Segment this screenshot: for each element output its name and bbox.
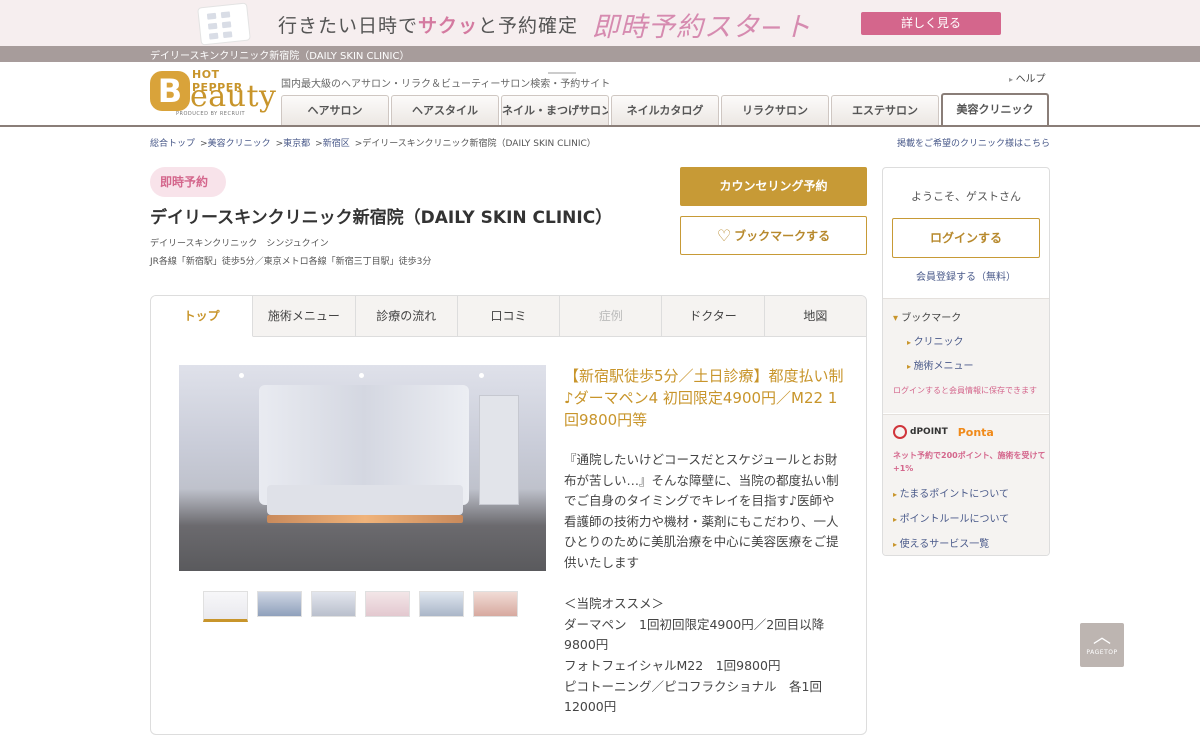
instant-booking-badge: 即時予約 <box>150 167 226 197</box>
clinic-kana: デイリースキンクリニック シンジュクイン <box>150 239 329 249</box>
breadcrumb-top[interactable]: 総合トップ <box>150 139 195 149</box>
phone-illustration-icon <box>197 2 251 46</box>
nav-esthe[interactable]: エステサロン <box>831 95 939 125</box>
nav-relax[interactable]: リラクサロン <box>721 95 829 125</box>
tab-doctor[interactable]: ドクター <box>662 296 765 336</box>
listing-request-link[interactable]: 掲載をご希望のクリニック様はこちら <box>897 136 1050 149</box>
thumbnail[interactable] <box>257 591 302 617</box>
photo-thumbnails <box>203 591 527 622</box>
help-link[interactable]: ヘルプ <box>1009 70 1046 85</box>
nav-nail-eyelash[interactable]: ネイル・まつげサロン <box>501 95 609 125</box>
nav-divider <box>0 125 1200 127</box>
login-button[interactable]: ログインする <box>892 218 1040 258</box>
bookmark-note: ログインすると会員情報に保存できます <box>893 386 1037 395</box>
site-tagline: 国内最大級のヘアサロン・リラク＆ビューティーサロン検索・予約サイト <box>281 79 611 90</box>
thumbnail[interactable] <box>311 591 356 617</box>
promo-banner[interactable]: 行きたい日時でサクッと予約確定 即時予約スタ−ト 詳しく見る <box>0 0 1200 74</box>
sidebar: ようこそ、ゲストさん ログインする 会員登録する（無料） ブックマーク クリニッ… <box>882 167 1050 556</box>
global-nav: ヘアサロン ヘアスタイル ネイル・まつげサロン ネイルカタログ リラクサロン エ… <box>281 93 1051 125</box>
clinic-main-card: トップ 施術メニュー 診療の流れ 口コミ 症例 ドクター 地図 【新宿駅徒歩5分… <box>150 295 867 735</box>
bookmark-heading[interactable]: ブックマーク <box>893 309 1049 324</box>
thumbnail[interactable] <box>473 591 518 617</box>
points-link-rules[interactable]: ポイントルールについて <box>893 510 1049 525</box>
banner-headline: 即時予約スタ−ト <box>592 12 812 43</box>
tab-menu[interactable]: 施術メニュー <box>253 296 356 336</box>
clinic-catch-copy: 【新宿駅徒歩5分／土日診療】都度払い制♪ダーマペン4 初回限定4900円／M22… <box>564 367 844 429</box>
clinic-main-photo <box>179 365 546 571</box>
bookmark-menu-link[interactable]: 施術メニュー <box>907 357 1049 372</box>
banner-pager[interactable] <box>548 40 658 74</box>
breadcrumb-shinjuku[interactable]: 新宿区 <box>323 139 350 149</box>
points-link-services[interactable]: 使えるサービス一覧 <box>893 535 1049 550</box>
thumbnail[interactable] <box>203 591 248 622</box>
clinic-description: 『通院したいけどコースだとスケジュールとお財布が苦しい…』そんな障壁に、当院の都… <box>564 452 839 715</box>
banner-details-button[interactable]: 詳しく見る <box>861 12 1001 35</box>
page-title-strip: デイリースキンクリニック新宿院（DAILY SKIN CLINIC） <box>0 46 1200 62</box>
bookmark-clinic-link[interactable]: クリニック <box>907 333 1049 348</box>
pagetop-button[interactable]: ︿ PAGETOP <box>1080 623 1124 667</box>
thumbnail[interactable] <box>419 591 464 617</box>
dpoint-icon <box>893 425 907 439</box>
bookmark-button[interactable]: ♡ ブックマークする <box>680 216 867 255</box>
breadcrumb: 総合トップ >美容クリニック >東京都 >新宿区 >デイリースキンクリニック新宿… <box>150 139 596 149</box>
breadcrumb-tokyo[interactable]: 東京都 <box>283 139 310 149</box>
breadcrumb-clinic[interactable]: 美容クリニック <box>208 139 271 149</box>
nav-hair-salon[interactable]: ヘアサロン <box>281 95 389 125</box>
counseling-reserve-button[interactable]: カウンセリング予約 <box>680 167 867 206</box>
point-logos: dPOINT Ponta <box>893 425 1049 439</box>
banner-text: 行きたい日時でサクッと予約確定 <box>278 15 579 37</box>
thumbnail[interactable] <box>365 591 410 617</box>
tab-top[interactable]: トップ <box>151 296 254 337</box>
tab-reviews[interactable]: 口コミ <box>458 296 561 336</box>
breadcrumb-current: デイリースキンクリニック新宿院（DAILY SKIN CLINIC） <box>362 139 596 149</box>
tab-cases: 症例 <box>560 296 663 336</box>
hotpepper-beauty-logo[interactable]: B HOT PEPPER eauty PRODUCED BY RECRUIT <box>150 67 276 119</box>
nav-nail-catalog[interactable]: ネイルカタログ <box>611 95 719 125</box>
heart-icon: ♡ <box>716 226 732 245</box>
clinic-tabs: トップ 施術メニュー 診療の流れ 口コミ 症例 ドクター 地図 <box>151 296 866 337</box>
nav-hair-style[interactable]: ヘアスタイル <box>391 95 499 125</box>
register-link[interactable]: 会員登録する（無料） <box>883 268 1049 283</box>
points-section: dPOINTPonta ネット予約で200ポイント、施術を受けて+1% たまるポ… <box>883 414 1049 555</box>
bookmark-section: ブックマーク クリニック 施術メニュー ログインすると会員情報に保存できます <box>883 298 1049 413</box>
points-link-earn[interactable]: たまるポイントについて <box>893 485 1049 500</box>
tab-map[interactable]: 地図 <box>765 296 866 336</box>
points-note: ネット予約で200ポイント、施術を受けて+1% <box>893 451 1046 473</box>
chevron-up-icon: ︿ <box>1093 627 1111 648</box>
clinic-access: JR各線「新宿駅」徒歩5分／東京メトロ各線「新宿三丁目駅」徒歩3分 <box>150 257 432 267</box>
tab-flow[interactable]: 診療の流れ <box>356 296 458 336</box>
nav-beauty-clinic[interactable]: 美容クリニック <box>941 93 1049 125</box>
clinic-name: デイリースキンクリニック新宿院（DAILY SKIN CLINIC） <box>150 208 613 228</box>
ponta-icon: Ponta <box>957 425 994 439</box>
welcome-text: ようこそ、ゲストさん <box>911 190 1021 203</box>
